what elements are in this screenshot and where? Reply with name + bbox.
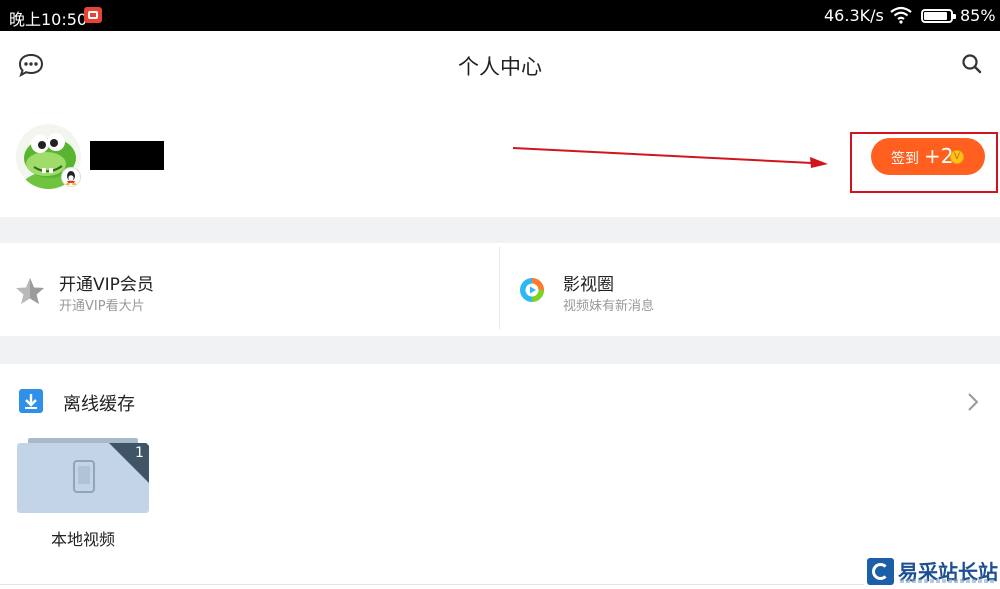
video-circle-icon (519, 277, 545, 307)
video-circle-title: 影视圈 (563, 275, 614, 295)
offline-cache-title: 离线缓存 (63, 394, 135, 415)
battery-percent: 85% (960, 6, 996, 25)
profile-section: 签到 +2 V (0, 97, 1000, 217)
page-title: 个人中心 (458, 55, 542, 79)
section-divider (0, 336, 1000, 364)
download-icon (19, 389, 43, 413)
bottom-divider (0, 584, 1000, 585)
video-circle-card[interactable]: 影视圈 视频妹有新消息 (500, 243, 1000, 336)
notification-app-icon (84, 7, 102, 23)
checkin-label: 签到 (891, 151, 919, 167)
coin-icon: V (950, 150, 964, 164)
vip-card-title: 开通VIP会员 (59, 275, 154, 295)
checkin-button[interactable]: 签到 +2 V (871, 138, 985, 175)
local-video-label: 本地视频 (50, 530, 115, 549)
vip-star-icon (15, 277, 45, 309)
battery-icon (921, 9, 956, 23)
search-icon[interactable] (960, 52, 984, 80)
network-speed: 46.3K/s (824, 6, 884, 25)
watermark-logo: 易采站长站 (864, 555, 1000, 589)
offline-cache-section: 离线缓存 1 本地视频 (0, 364, 1000, 584)
quick-entry-row: 开通VIP会员 开通VIP看大片 影视圈 视频妹有新消息 (0, 243, 1000, 336)
status-time: 晚上10:50 (9, 10, 88, 29)
section-divider (0, 217, 1000, 243)
watermark-url-stripe (900, 579, 996, 583)
chevron-right-icon[interactable] (966, 392, 980, 416)
video-circle-subtitle: 视频妹有新消息 (563, 299, 655, 314)
vip-card[interactable]: 开通VIP会员 开通VIP看大片 (0, 243, 499, 336)
phone-icon (73, 460, 95, 493)
local-video-folder[interactable]: 1 (17, 438, 149, 513)
status-bar: 晚上10:50 46.3K/s 85% (0, 0, 1000, 31)
wifi-icon (890, 6, 912, 28)
folder-count: 1 (135, 445, 144, 461)
top-bar: 个人中心 (0, 31, 1000, 97)
watermark-mark-icon (867, 558, 894, 585)
vip-card-subtitle: 开通VIP看大片 (59, 299, 145, 314)
